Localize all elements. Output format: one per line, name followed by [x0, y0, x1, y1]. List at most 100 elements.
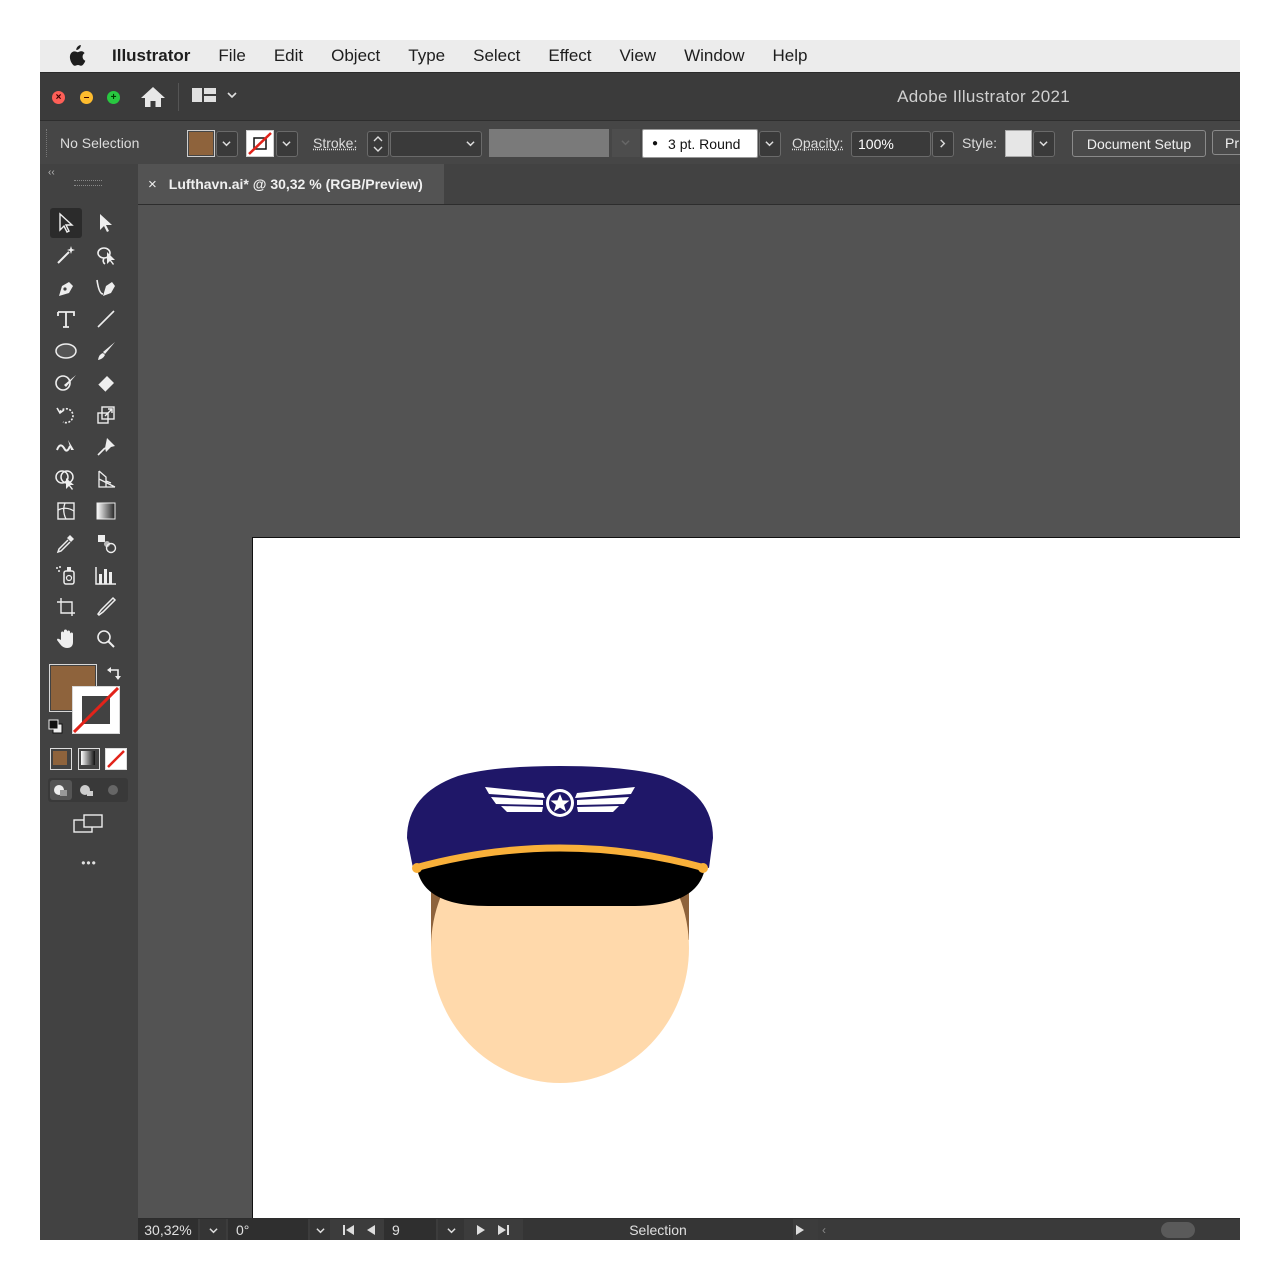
none-icon [107, 750, 125, 768]
draw-inside-icon[interactable] [102, 780, 124, 800]
artboard[interactable] [252, 537, 1240, 1240]
cap-button-left[interactable] [412, 863, 422, 873]
workspace-switcher-icon[interactable] [192, 87, 242, 107]
direct-selection-tool[interactable] [90, 208, 122, 238]
scroll-left-icon[interactable]: ‹ [822, 1223, 826, 1237]
mesh-tool[interactable] [50, 496, 82, 526]
pilot-illustration[interactable] [253, 538, 733, 1098]
stroke-weight-field[interactable] [390, 131, 482, 157]
panel-grip[interactable] [74, 180, 102, 186]
hand-tool[interactable] [50, 624, 82, 654]
status-menu-icon[interactable] [795, 1219, 805, 1240]
opacity-field[interactable]: 100% [851, 131, 931, 157]
rotation-field[interactable]: 0° [228, 1219, 308, 1240]
next-artboard-icon[interactable] [476, 1219, 486, 1240]
last-artboard-icon[interactable] [496, 1219, 510, 1240]
stroke-dropdown[interactable] [276, 131, 298, 157]
eraser-tool[interactable] [90, 368, 122, 398]
variable-width-dropdown[interactable] [612, 129, 640, 157]
slice-tool[interactable] [90, 592, 122, 622]
menu-file[interactable]: File [218, 46, 245, 66]
zoom-level-field[interactable]: 30,32% [138, 1219, 198, 1240]
warp-tool[interactable] [50, 432, 82, 462]
brush-dropdown[interactable] [759, 131, 781, 157]
stroke-swatch[interactable] [246, 130, 274, 157]
canvas-area[interactable] [138, 205, 1240, 1240]
control-bar-grip[interactable] [46, 129, 50, 157]
selection-tool[interactable] [50, 208, 82, 238]
menu-select[interactable]: Select [473, 46, 520, 66]
menu-app-name[interactable]: Illustrator [112, 46, 190, 66]
draw-normal-icon[interactable] [50, 780, 72, 800]
menu-window[interactable]: Window [684, 46, 744, 66]
swap-fill-stroke-icon[interactable] [106, 664, 124, 682]
line-segment-tool[interactable] [90, 304, 122, 334]
none-mode-button[interactable] [105, 748, 127, 770]
minimize-window-button[interactable]: – [80, 91, 93, 104]
apple-icon[interactable] [66, 45, 94, 67]
document-setup-button[interactable]: Document Setup [1072, 130, 1206, 157]
stroke-color-box[interactable] [72, 686, 120, 734]
scale-tool[interactable] [90, 400, 122, 430]
gradient-tool[interactable] [90, 496, 122, 526]
color-mode-button[interactable] [50, 748, 72, 770]
scrollbar-thumb[interactable] [1161, 1222, 1195, 1238]
artboard-tool[interactable] [50, 592, 82, 622]
more-tools-button[interactable]: ••• [40, 856, 138, 870]
variable-width-profile[interactable] [489, 129, 609, 157]
perspective-grid-tool[interactable] [90, 464, 122, 494]
menu-view[interactable]: View [620, 46, 657, 66]
graphic-style-dropdown[interactable] [1033, 131, 1055, 157]
draw-behind-icon[interactable] [76, 780, 98, 800]
menu-type[interactable]: Type [408, 46, 445, 66]
preferences-button[interactable]: Pr [1212, 130, 1240, 155]
horizontal-scrollbar[interactable]: ‹ [818, 1219, 1240, 1240]
rotation-dropdown[interactable] [310, 1219, 330, 1240]
chevron-down-icon [222, 141, 231, 147]
curvature-tool[interactable] [90, 272, 122, 302]
collapse-panel-icon[interactable]: ‹‹ [48, 167, 55, 178]
puppet-warp-tool[interactable] [90, 432, 122, 462]
status-tool-readout[interactable]: Selection [523, 1219, 793, 1240]
default-fill-stroke-icon[interactable] [48, 719, 64, 735]
fill-dropdown[interactable] [216, 131, 238, 157]
zoom-dropdown[interactable] [200, 1219, 226, 1240]
home-icon[interactable] [140, 85, 166, 109]
eyedropper-tool[interactable] [50, 528, 82, 558]
previous-artboard-icon[interactable] [366, 1219, 376, 1240]
cap-button-right[interactable] [698, 863, 708, 873]
shape-builder-tool[interactable] [50, 464, 82, 494]
ellipse-tool[interactable] [50, 336, 82, 366]
brush-definition-field[interactable]: ● 3 pt. Round [642, 129, 758, 158]
document-tab[interactable]: × Lufthavn.ai* @ 30,32 % (RGB/Preview) [138, 164, 444, 204]
symbol-sprayer-tool[interactable] [50, 560, 82, 590]
rotate-tool[interactable] [50, 400, 82, 430]
stroke-label[interactable]: Stroke: [313, 121, 357, 165]
artboard-dropdown[interactable] [438, 1219, 464, 1240]
type-tool[interactable] [50, 304, 82, 334]
opacity-label[interactable]: Opacity: [792, 121, 843, 165]
opacity-flyout[interactable] [932, 131, 954, 157]
menu-object[interactable]: Object [331, 46, 380, 66]
screen-mode-icon[interactable] [72, 812, 104, 836]
paintbrush-tool[interactable] [90, 336, 122, 366]
magic-wand-tool[interactable] [50, 240, 82, 270]
menu-effect[interactable]: Effect [548, 46, 591, 66]
zoom-window-button[interactable]: + [107, 91, 120, 104]
menu-edit[interactable]: Edit [274, 46, 303, 66]
close-window-button[interactable]: × [52, 91, 65, 104]
first-artboard-icon[interactable] [342, 1219, 356, 1240]
fill-swatch[interactable] [187, 130, 215, 157]
menu-help[interactable]: Help [773, 46, 808, 66]
stroke-weight-stepper[interactable] [367, 131, 389, 157]
artboard-number-field[interactable]: 9 [384, 1219, 436, 1240]
column-graph-tool[interactable] [90, 560, 122, 590]
close-tab-icon[interactable]: × [148, 176, 157, 193]
pen-tool[interactable] [50, 272, 82, 302]
lasso-tool[interactable] [90, 240, 122, 270]
zoom-tool[interactable] [90, 624, 122, 654]
shaper-tool[interactable] [50, 368, 82, 398]
graphic-style-swatch[interactable] [1005, 130, 1032, 157]
gradient-mode-button[interactable] [78, 748, 100, 770]
blend-tool[interactable] [90, 528, 122, 558]
